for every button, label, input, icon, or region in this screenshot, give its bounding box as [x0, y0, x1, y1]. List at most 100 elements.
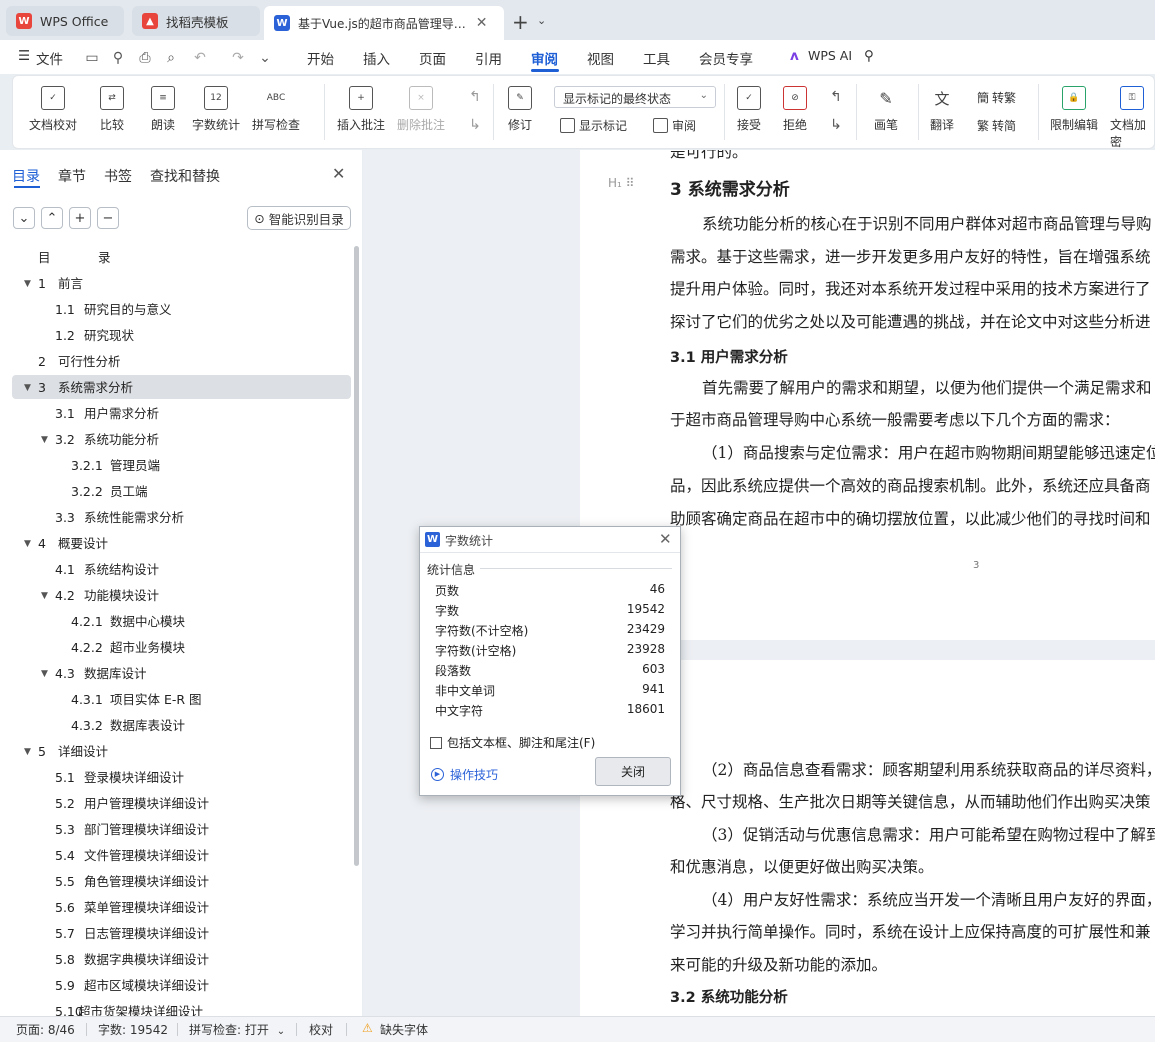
word-count-indicator[interactable]: 字数: 19542: [98, 1021, 168, 1038]
close-tab-icon[interactable]: ✕: [476, 15, 488, 31]
toc-item[interactable]: 5.8 数据字典模块详细设计: [0, 948, 350, 972]
checkbox-box[interactable]: [430, 736, 442, 749]
toc-item[interactable]: ▼ 4 概要设计: [0, 532, 350, 556]
menu-page[interactable]: 页面: [419, 48, 446, 68]
close-icon[interactable]: ✕: [659, 530, 672, 548]
include-textbox-checkbox[interactable]: 包括文本框、脚注和尾注(F): [430, 734, 595, 751]
accept-button[interactable]: ✓ 接受: [737, 86, 761, 133]
toc-toggle-icon[interactable]: ▼: [24, 272, 31, 296]
spell-check-button[interactable]: ABC 拼写检查: [252, 86, 300, 133]
doc-proof-button[interactable]: ✓ 文档校对: [29, 86, 77, 133]
delete-comment-button[interactable]: × 删除批注: [397, 86, 445, 133]
toc-item[interactable]: ▼ 4.2 功能模块设计: [0, 584, 350, 608]
menu-wps-ai[interactable]: WPS AI: [808, 48, 852, 63]
menu-insert[interactable]: 插入: [363, 48, 390, 68]
insert-comment-button[interactable]: + 插入批注: [337, 86, 385, 133]
toc-toggle-icon[interactable]: ▼: [24, 376, 31, 400]
expand-icon[interactable]: ⌄: [13, 207, 35, 229]
remove-heading-icon[interactable]: −: [97, 207, 119, 229]
chevron-down-icon[interactable]: ⌄: [537, 14, 546, 27]
toc-item[interactable]: 5.3 部门管理模块详细设计: [0, 818, 350, 842]
doc-encrypt-button[interactable]: ⚿ 文档加密: [1110, 86, 1154, 150]
toc-item[interactable]: 4.3.1 项目实体 E-R 图: [0, 688, 350, 712]
toc-item[interactable]: ▼ 5 详细设计: [0, 740, 350, 764]
close-button[interactable]: 关闭: [595, 757, 671, 786]
menu-reference[interactable]: 引用: [475, 48, 502, 68]
next-comment-icon[interactable]: ↳: [467, 117, 483, 133]
close-icon[interactable]: ✕: [332, 164, 345, 183]
toc-toggle-icon[interactable]: ▼: [24, 532, 31, 556]
to-traditional-button[interactable]: 簡 转繁: [977, 89, 1016, 106]
toc-item[interactable]: 5.4 文件管理模块详细设计: [0, 844, 350, 868]
smart-toc-button[interactable]: ⊙ 智能识别目录: [247, 206, 351, 230]
print-icon[interactable]: ⎙: [137, 50, 153, 66]
toc-toggle-icon[interactable]: ▼: [41, 428, 48, 452]
new-tab-icon[interactable]: +: [512, 10, 529, 34]
toc-item[interactable]: ▼ 3.2 系统功能分析: [0, 428, 350, 452]
tab-toc[interactable]: 目录: [12, 166, 40, 186]
collapse-icon[interactable]: ⌃: [41, 207, 63, 229]
toc-item[interactable]: 4.3.2 数据库表设计: [0, 714, 350, 738]
menu-tools[interactable]: 工具: [643, 48, 670, 68]
tab-docer-template[interactable]: ▲ 找稻壳模板: [132, 6, 260, 36]
to-simplified-button[interactable]: 繁 转简: [977, 117, 1016, 134]
toc-item[interactable]: 5.9 超市区域模块详细设计: [0, 974, 350, 998]
tab-chapters[interactable]: 章节: [58, 166, 86, 186]
chevron-down-icon[interactable]: ⌄: [257, 50, 273, 66]
pen-button[interactable]: ✎ 画笔: [874, 86, 898, 133]
toc-item[interactable]: 2 可行性分析: [0, 350, 350, 374]
toc-scrollbar[interactable]: [354, 246, 359, 866]
tips-link[interactable]: ▶ 操作技巧: [431, 766, 498, 783]
prev-change-icon[interactable]: ↰: [828, 89, 844, 105]
toc-item[interactable]: 5.2 用户管理模块详细设计: [0, 792, 350, 816]
markup-display-dropdown[interactable]: 显示标记的最终状态 ⌄: [554, 86, 716, 108]
tab-bookmarks[interactable]: 书签: [104, 166, 132, 186]
revise-button[interactable]: ✎ 修订: [508, 86, 532, 133]
toc-item[interactable]: 5.1 登录模块详细设计: [0, 766, 350, 790]
translate-button[interactable]: 文 翻译: [930, 86, 954, 133]
tab-find-replace[interactable]: 查找和替换: [150, 166, 220, 186]
toc-item[interactable]: 5.5 角色管理模块详细设计: [0, 870, 350, 894]
toc-item[interactable]: 1.1 研究目的与意义: [0, 298, 350, 322]
show-markup-button[interactable]: 显示标记: [560, 117, 627, 134]
toc-item[interactable]: 3.2.2 员工端: [0, 480, 350, 504]
review-pane-button[interactable]: 审阅: [653, 117, 696, 134]
missing-font-indicator[interactable]: 缺失字体: [380, 1021, 428, 1038]
undo-icon[interactable]: ↶: [192, 50, 208, 66]
read-aloud-button[interactable]: ≡ 朗读: [151, 86, 175, 133]
compare-button[interactable]: ⇄ 比较: [100, 86, 124, 133]
toc-toggle-icon[interactable]: ▼: [24, 740, 31, 764]
menu-home[interactable]: 开始: [307, 48, 334, 68]
word-count-button[interactable]: 12 字数统计: [192, 86, 240, 133]
toc-item[interactable]: ▼ 3 系统需求分析: [0, 376, 350, 400]
toc-item[interactable]: ▼ 1 前言: [0, 272, 350, 296]
toc-toggle-icon[interactable]: ▼: [41, 584, 48, 608]
menu-review[interactable]: 审阅: [531, 48, 558, 68]
page-indicator[interactable]: 页面: 8/46: [16, 1021, 75, 1038]
toc-item[interactable]: 3.3 系统性能需求分析: [0, 506, 350, 530]
toc-item[interactable]: 5.7 日志管理模块详细设计: [0, 922, 350, 946]
toc-toggle-icon[interactable]: ▼: [41, 662, 48, 686]
print-preview-icon[interactable]: ⌕: [163, 50, 179, 66]
toc-item[interactable]: 5.6 菜单管理模块详细设计: [0, 896, 350, 920]
redo-icon[interactable]: ↷: [230, 50, 246, 66]
tab-current-document[interactable]: W 基于Vue.js的超市商品管理导… ✕: [264, 6, 504, 40]
spell-check-indicator[interactable]: 拼写检查: 打开 ⌄: [189, 1021, 285, 1038]
tab-wps-office[interactable]: W WPS Office: [6, 6, 124, 36]
heading-marker-icon[interactable]: H₁ ⠿: [608, 176, 634, 190]
prev-comment-icon[interactable]: ↰: [467, 89, 483, 105]
save-icon[interactable]: ▭: [84, 50, 100, 66]
toc-item[interactable]: 3.1 用户需求分析: [0, 402, 350, 426]
menu-view[interactable]: 视图: [587, 48, 614, 68]
toc-item[interactable]: 4.2.1 数据中心模块: [0, 610, 350, 634]
hamburger-icon[interactable]: ☰: [18, 48, 30, 64]
toc-item[interactable]: 4.1 系统结构设计: [0, 558, 350, 582]
proofread-indicator[interactable]: 校对: [309, 1021, 333, 1038]
search-icon[interactable]: ⚲: [864, 48, 874, 64]
toc-item[interactable]: 4.2.2 超市业务模块: [0, 636, 350, 660]
restrict-edit-button[interactable]: 🔒 限制编辑: [1050, 86, 1098, 133]
add-heading-icon[interactable]: +: [69, 207, 91, 229]
toc-item[interactable]: ▼ 4.3 数据库设计: [0, 662, 350, 686]
toc-item[interactable]: 3.2.1 管理员端: [0, 454, 350, 478]
next-change-icon[interactable]: ↳: [828, 117, 844, 133]
